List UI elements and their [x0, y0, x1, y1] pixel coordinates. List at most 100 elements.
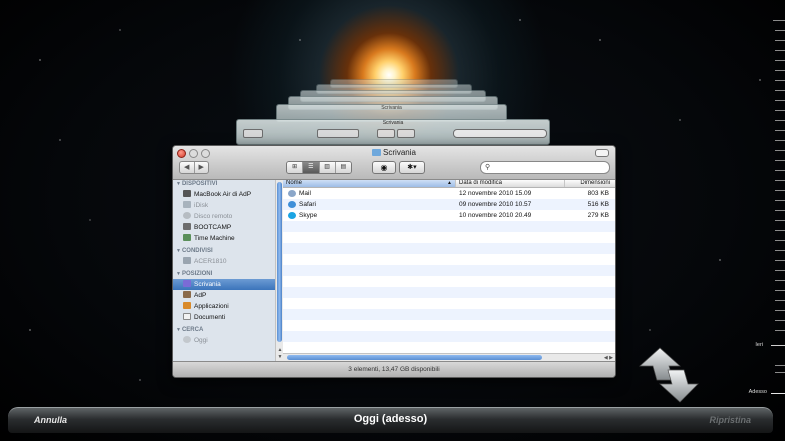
timeline-tick[interactable]	[775, 90, 785, 91]
timeline-tick[interactable]	[775, 310, 785, 311]
file-size: 516 KB	[587, 201, 609, 208]
empty-row	[283, 232, 615, 243]
drive-icon	[183, 223, 191, 230]
search-field[interactable]: ⚲	[480, 161, 610, 174]
quick-look-button[interactable]: ◉	[372, 161, 396, 174]
skype-app-icon	[288, 212, 296, 219]
safari-app-icon	[288, 201, 296, 208]
timeline-tick[interactable]	[775, 70, 785, 71]
timeline-tick[interactable]	[775, 220, 785, 221]
timeline-tick[interactable]	[775, 372, 785, 373]
timeline-tick[interactable]	[775, 210, 785, 211]
window-titlebar: Scrivania ◀ ▶ ⊞ ☰ ▥ ▤ ◉ ✱▾ ⚲	[173, 146, 615, 180]
timeline-tick[interactable]	[775, 110, 785, 111]
file-name: Safari	[299, 201, 316, 208]
sidebar-section-header[interactable]: ▼CONDIVISI	[173, 247, 276, 256]
sidebar-item-adp[interactable]: AdP	[173, 290, 276, 301]
sidebar-item-documenti[interactable]: Documenti	[173, 312, 276, 323]
timeline-tick[interactable]	[775, 330, 785, 331]
timeline-tick[interactable]	[775, 120, 785, 121]
timeline-tick[interactable]	[775, 200, 785, 201]
column-header-name[interactable]: Nome ▲	[283, 180, 456, 187]
folder-icon	[372, 149, 382, 156]
timeline-label-now: Adesso	[748, 389, 767, 395]
column-view-button[interactable]: ▥	[319, 162, 336, 173]
column-header-date[interactable]: Data di modifica	[456, 180, 565, 187]
list-view-button[interactable]: ☰	[303, 162, 320, 173]
idisk-icon	[183, 201, 191, 208]
sidebar-section-header[interactable]: ▼CERCA	[173, 326, 276, 335]
timeline-tick[interactable]	[775, 320, 785, 321]
icon-view-button[interactable]: ⊞	[287, 162, 304, 173]
sidebar-item-bootcamp[interactable]: BOOTCAMP	[173, 222, 276, 233]
timeline-tick[interactable]	[775, 40, 785, 41]
timeline-tick[interactable]	[775, 180, 785, 181]
file-date: 09 novembre 2010 10.57	[459, 201, 532, 208]
timeline-tick[interactable]	[775, 270, 785, 271]
empty-row	[283, 298, 615, 309]
timeline-tick[interactable]	[775, 160, 785, 161]
timeline-arrows	[639, 347, 699, 403]
coverflow-view-button[interactable]: ▤	[335, 162, 351, 173]
timeline-tick[interactable]	[775, 190, 785, 191]
timeline-tick[interactable]	[775, 365, 785, 366]
empty-row	[283, 254, 615, 265]
sidebar-item-scrivania[interactable]: Scrivania	[173, 279, 276, 290]
sidebar-item-macbook[interactable]: MacBook Air di AdP	[173, 189, 276, 200]
timeline-tick[interactable]	[775, 150, 785, 151]
file-row-mail[interactable]: Mail 12 novembre 2010 15.09 803 KB	[283, 188, 615, 199]
timeline-tick[interactable]	[775, 130, 785, 131]
timeline[interactable]	[771, 20, 785, 400]
timeline-tick[interactable]	[775, 140, 785, 141]
sidebar-section-header[interactable]: ▼POSIZIONI	[173, 270, 276, 279]
window-title-text: Scrivania	[383, 148, 416, 157]
timeline-tick-now[interactable]	[771, 393, 785, 394]
previous-window-snapshot[interactable]: Scrivania	[236, 119, 550, 145]
timeline-tick[interactable]	[775, 80, 785, 81]
timeline-tick[interactable]	[775, 240, 785, 241]
sidebar: ▼DISPOSITIVI MacBook Air di AdP iDisk Di…	[173, 180, 277, 361]
timeline-tick[interactable]	[773, 20, 785, 21]
eye-icon: ◉	[380, 163, 388, 172]
sidebar-item-idisk[interactable]: iDisk	[173, 200, 276, 211]
sidebar-item-oggi[interactable]: Oggi	[173, 335, 276, 346]
timeline-tick-yesterday[interactable]	[771, 345, 785, 346]
scrollbar-thumb[interactable]	[277, 182, 282, 342]
timeline-tick[interactable]	[775, 260, 785, 261]
file-row-skype[interactable]: Skype 10 novembre 2010 20.49 279 KB	[283, 210, 615, 221]
empty-row	[283, 276, 615, 287]
pc-icon	[183, 257, 191, 264]
sidebar-item-time-machine[interactable]: Time Machine	[173, 233, 276, 244]
scrollbar-thumb[interactable]	[287, 355, 542, 360]
desktop-icon	[183, 280, 191, 287]
sidebar-section-header[interactable]: ▼DISPOSITIVI	[173, 180, 276, 189]
window-title: Scrivania	[173, 148, 615, 157]
timeline-tick[interactable]	[775, 50, 785, 51]
file-name: Skype	[299, 212, 318, 219]
file-row-safari[interactable]: Safari 09 novembre 2010 10.57 516 KB	[283, 199, 615, 210]
timeline-tick[interactable]	[775, 250, 785, 251]
timeline-tick[interactable]	[775, 60, 785, 61]
timeline-tick[interactable]	[775, 100, 785, 101]
sidebar-item-applicazioni[interactable]: Applicazioni	[173, 301, 276, 312]
timeline-tick[interactable]	[775, 300, 785, 301]
snapshot-gear-button	[397, 129, 415, 138]
file-date: 10 novembre 2010 20.49	[459, 212, 532, 219]
timeline-tick[interactable]	[775, 290, 785, 291]
laptop-icon	[183, 190, 191, 197]
sidebar-item-remote-disc[interactable]: Disco remoto	[173, 211, 276, 222]
back-button[interactable]: ◀	[180, 162, 195, 173]
timeline-tick[interactable]	[775, 230, 785, 231]
sidebar-item-acer1810[interactable]: ACER1810	[173, 256, 276, 267]
sort-ascending-icon: ▲	[447, 180, 452, 186]
forward-button[interactable]: ▶	[195, 162, 209, 173]
timeline-tick[interactable]	[775, 280, 785, 281]
column-header-size[interactable]: Dimensioni	[565, 180, 615, 187]
file-date: 12 novembre 2010 15.09	[459, 190, 532, 197]
toolbar-toggle-button[interactable]	[595, 149, 609, 157]
restore-button[interactable]: Ripristina	[682, 412, 767, 429]
current-time-label: Oggi (adesso)	[353, 413, 428, 425]
timeline-tick[interactable]	[775, 170, 785, 171]
action-menu-button[interactable]: ✱▾	[399, 161, 425, 174]
timeline-tick[interactable]	[775, 30, 785, 31]
